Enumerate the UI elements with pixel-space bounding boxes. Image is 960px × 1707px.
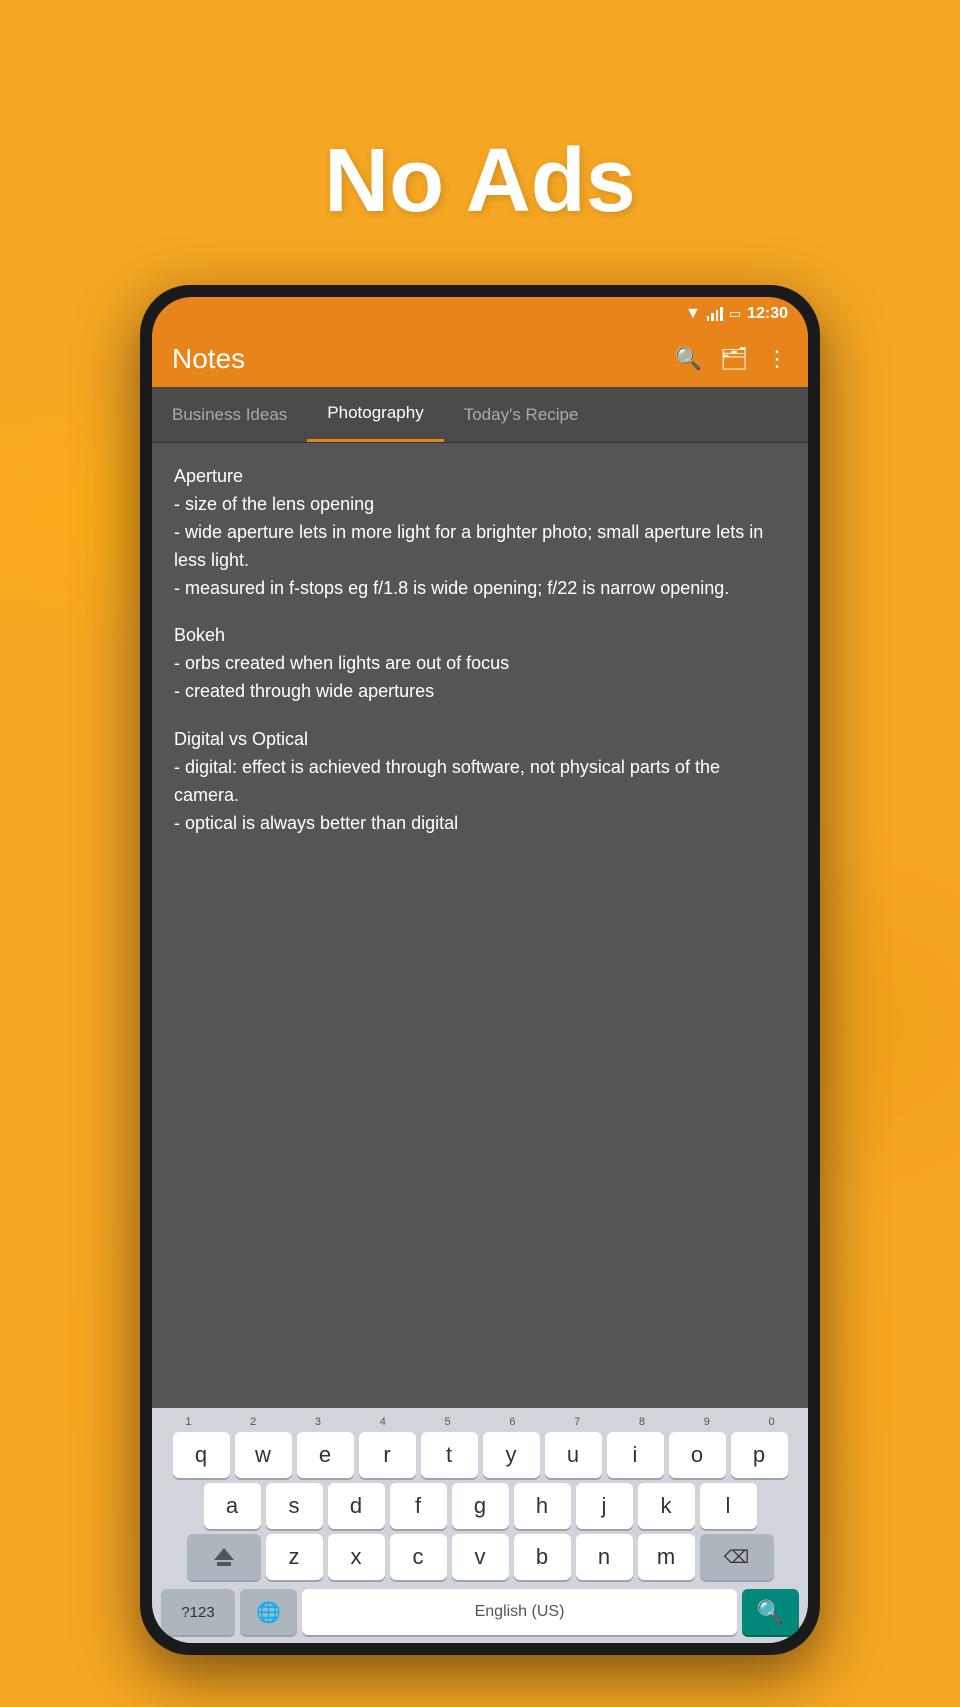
key-c[interactable]: c bbox=[390, 1534, 447, 1580]
key-u[interactable]: u bbox=[545, 1432, 602, 1478]
key-z[interactable]: z bbox=[266, 1534, 323, 1580]
num-0: 0 bbox=[743, 1416, 801, 1428]
keyboard-number-row: 1 2 3 4 5 6 7 8 9 0 bbox=[156, 1416, 804, 1428]
globe-key[interactable]: 🌐 bbox=[240, 1589, 297, 1635]
tab-business-ideas[interactable]: Business Ideas bbox=[152, 389, 307, 441]
more-options-icon[interactable]: ⋮ bbox=[766, 346, 788, 372]
tabs-bar: Business Ideas Photography Today's Recip… bbox=[152, 387, 808, 443]
search-icon[interactable]: 🔍 bbox=[675, 346, 702, 372]
num-2: 2 bbox=[224, 1416, 282, 1428]
signal-icon bbox=[707, 307, 723, 321]
key-p[interactable]: p bbox=[731, 1432, 788, 1478]
key-d[interactable]: d bbox=[328, 1483, 385, 1529]
app-header: Notes 🔍 🗂 ⋮ bbox=[152, 331, 808, 387]
shift-key[interactable] bbox=[187, 1534, 261, 1580]
num-5: 5 bbox=[419, 1416, 477, 1428]
key-n[interactable]: n bbox=[576, 1534, 633, 1580]
key-j[interactable]: j bbox=[576, 1483, 633, 1529]
keyboard-bottom-row: ?123 🌐 English (US) 🔍 bbox=[156, 1585, 804, 1639]
note-digital-section: Digital vs Optical - digital: effect is … bbox=[174, 726, 786, 838]
keyboard-row-1: q w e r t y u i o p bbox=[156, 1432, 804, 1478]
key-e[interactable]: e bbox=[297, 1432, 354, 1478]
key-s[interactable]: s bbox=[266, 1483, 323, 1529]
num-4: 4 bbox=[354, 1416, 412, 1428]
key-t[interactable]: t bbox=[421, 1432, 478, 1478]
keyboard-row-3: z x c v b n m ⌫ bbox=[156, 1534, 804, 1580]
phone-screen: ▼ ▭ 12:30 Notes 🔍 🗂 ⋮ bbox=[152, 297, 808, 1643]
delete-key[interactable]: ⌫ bbox=[700, 1534, 774, 1580]
key-o[interactable]: o bbox=[669, 1432, 726, 1478]
key-x[interactable]: x bbox=[328, 1534, 385, 1580]
num-7: 7 bbox=[548, 1416, 606, 1428]
num-6: 6 bbox=[483, 1416, 541, 1428]
key-r[interactable]: r bbox=[359, 1432, 416, 1478]
wifi-icon: ▼ bbox=[685, 305, 701, 323]
key-v[interactable]: v bbox=[452, 1534, 509, 1580]
key-m[interactable]: m bbox=[638, 1534, 695, 1580]
keyboard-row-2: a s d f g h j k l bbox=[156, 1483, 804, 1529]
hero-title: No Ads bbox=[0, 130, 960, 233]
note-aperture-section: Aperture - size of the lens opening - wi… bbox=[174, 463, 786, 602]
num-1: 1 bbox=[159, 1416, 217, 1428]
phone-frame: ▼ ▭ 12:30 Notes 🔍 🗂 ⋮ bbox=[140, 285, 820, 1655]
note-content[interactable]: Aperture - size of the lens opening - wi… bbox=[152, 443, 808, 1408]
num-8: 8 bbox=[613, 1416, 671, 1428]
app-title: Notes bbox=[172, 343, 675, 375]
numbers-key[interactable]: ?123 bbox=[161, 1589, 235, 1635]
search-key[interactable]: 🔍 bbox=[742, 1589, 799, 1635]
key-w[interactable]: w bbox=[235, 1432, 292, 1478]
battery-icon: ▭ bbox=[729, 306, 741, 322]
key-q[interactable]: q bbox=[173, 1432, 230, 1478]
space-key[interactable]: English (US) bbox=[302, 1589, 737, 1635]
num-9: 9 bbox=[678, 1416, 736, 1428]
key-i[interactable]: i bbox=[607, 1432, 664, 1478]
key-y[interactable]: y bbox=[483, 1432, 540, 1478]
shift-icon bbox=[214, 1548, 234, 1566]
key-k[interactable]: k bbox=[638, 1483, 695, 1529]
key-g[interactable]: g bbox=[452, 1483, 509, 1529]
keyboard: 1 2 3 4 5 6 7 8 9 0 q w e r t y u i bbox=[152, 1408, 808, 1643]
num-3: 3 bbox=[289, 1416, 347, 1428]
tab-todays-recipe[interactable]: Today's Recipe bbox=[444, 389, 599, 441]
status-bar: ▼ ▭ 12:30 bbox=[152, 297, 808, 331]
status-icons: ▼ ▭ 12:30 bbox=[685, 305, 788, 323]
key-h[interactable]: h bbox=[514, 1483, 571, 1529]
header-icons: 🔍 🗂 ⋮ bbox=[675, 346, 788, 372]
key-b[interactable]: b bbox=[514, 1534, 571, 1580]
tab-photography[interactable]: Photography bbox=[307, 387, 443, 442]
folder-icon[interactable]: 🗂 bbox=[720, 346, 748, 372]
key-a[interactable]: a bbox=[204, 1483, 261, 1529]
status-time: 12:30 bbox=[747, 305, 788, 323]
note-bokeh-section: Bokeh - orbs created when lights are out… bbox=[174, 622, 786, 706]
key-l[interactable]: l bbox=[700, 1483, 757, 1529]
key-f[interactable]: f bbox=[390, 1483, 447, 1529]
